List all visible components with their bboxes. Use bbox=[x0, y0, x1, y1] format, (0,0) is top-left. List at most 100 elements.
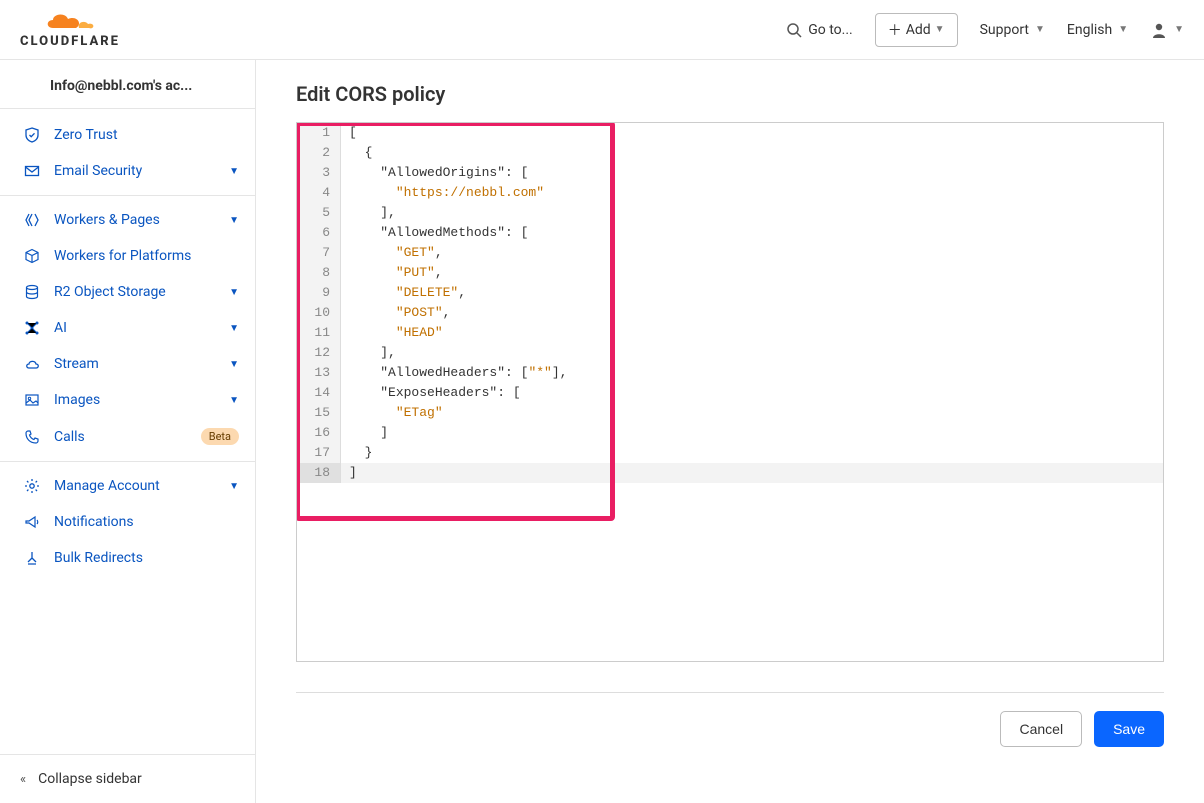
megaphone-icon bbox=[20, 514, 44, 530]
code-text: "DELETE", bbox=[341, 283, 466, 303]
sidebar-item-workers-platforms[interactable]: Workers for Platforms bbox=[0, 238, 255, 274]
sidebar-item-r2[interactable]: R2 Object Storage ▼ bbox=[0, 274, 255, 310]
sidebar-item-label: Bulk Redirects bbox=[54, 550, 239, 566]
code-line[interactable]: 6 "AllowedMethods": [ bbox=[297, 223, 1163, 243]
line-number: 2 bbox=[297, 143, 341, 163]
code-line[interactable]: 5 ], bbox=[297, 203, 1163, 223]
code-text: ], bbox=[341, 203, 396, 223]
chevron-down-icon: ▼ bbox=[229, 359, 239, 370]
account-selector[interactable]: Info@nebbl.com's ac... bbox=[0, 60, 255, 109]
plus-icon: ＋ bbox=[888, 20, 902, 40]
user-icon bbox=[1150, 21, 1168, 39]
code-text: } bbox=[341, 443, 372, 463]
sidebar: Info@nebbl.com's ac... Zero Trust Email … bbox=[0, 60, 256, 803]
code-line[interactable]: 2 { bbox=[297, 143, 1163, 163]
code-line[interactable]: 3 "AllowedOrigins": [ bbox=[297, 163, 1163, 183]
code-text: "ExposeHeaders": [ bbox=[341, 383, 521, 403]
code-line[interactable]: 8 "PUT", bbox=[297, 263, 1163, 283]
sidebar-item-images[interactable]: Images ▼ bbox=[0, 382, 255, 418]
main-content: Edit CORS policy 1[2 {3 "AllowedOrigins"… bbox=[256, 60, 1204, 803]
save-button[interactable]: Save bbox=[1094, 711, 1164, 747]
phone-icon bbox=[20, 429, 44, 445]
code-line[interactable]: 11 "HEAD" bbox=[297, 323, 1163, 343]
cloudflare-logo[interactable]: CLOUDFLARE bbox=[20, 10, 120, 49]
code-text: "POST", bbox=[341, 303, 450, 323]
code-text: "ETag" bbox=[341, 403, 443, 423]
line-number: 13 bbox=[297, 363, 341, 383]
line-number: 15 bbox=[297, 403, 341, 423]
chevron-down-icon: ▼ bbox=[229, 395, 239, 406]
sidebar-item-label: Stream bbox=[54, 356, 229, 372]
beta-badge: Beta bbox=[201, 428, 239, 445]
code-line[interactable]: 17 } bbox=[297, 443, 1163, 463]
language-menu[interactable]: English ▼ bbox=[1067, 22, 1128, 38]
code-text: "GET", bbox=[341, 243, 443, 263]
add-label: Add bbox=[906, 22, 931, 38]
user-menu[interactable]: ▼ bbox=[1150, 21, 1184, 39]
collapse-label: Collapse sidebar bbox=[38, 771, 142, 787]
chevron-down-icon: ▼ bbox=[229, 166, 239, 177]
goto-label: Go to... bbox=[808, 22, 853, 38]
sidebar-item-email-security[interactable]: Email Security ▼ bbox=[0, 153, 255, 189]
sidebar-nav: Zero Trust Email Security ▼ Workers & Pa… bbox=[0, 109, 255, 584]
cloud-icon bbox=[20, 356, 44, 372]
goto-search[interactable]: Go to... bbox=[786, 22, 853, 38]
sidebar-item-workers-pages[interactable]: Workers & Pages ▼ bbox=[0, 202, 255, 238]
line-number: 6 bbox=[297, 223, 341, 243]
line-number: 7 bbox=[297, 243, 341, 263]
sidebar-item-label: Images bbox=[54, 392, 229, 408]
workers-icon bbox=[20, 212, 44, 228]
code-text: "AllowedOrigins": [ bbox=[341, 163, 528, 183]
chevron-down-icon: ▼ bbox=[229, 323, 239, 334]
line-number: 18 bbox=[297, 463, 341, 483]
code-line[interactable]: 9 "DELETE", bbox=[297, 283, 1163, 303]
code-line[interactable]: 15 "ETag" bbox=[297, 403, 1163, 423]
line-number: 3 bbox=[297, 163, 341, 183]
code-line[interactable]: 14 "ExposeHeaders": [ bbox=[297, 383, 1163, 403]
chevron-down-icon: ▼ bbox=[229, 287, 239, 298]
code-line[interactable]: 12 ], bbox=[297, 343, 1163, 363]
code-text: ], bbox=[341, 343, 396, 363]
code-line[interactable]: 18] bbox=[297, 463, 1163, 483]
support-menu[interactable]: Support ▼ bbox=[980, 22, 1045, 38]
code-text: "HEAD" bbox=[341, 323, 443, 343]
code-line[interactable]: 16 ] bbox=[297, 423, 1163, 443]
sidebar-item-label: Notifications bbox=[54, 514, 239, 530]
database-icon bbox=[20, 284, 44, 300]
code-line[interactable]: 1[ bbox=[297, 123, 1163, 143]
sidebar-item-zero-trust[interactable]: Zero Trust bbox=[0, 117, 255, 153]
cancel-button[interactable]: Cancel bbox=[1000, 711, 1082, 747]
support-label: Support bbox=[980, 22, 1029, 38]
sidebar-item-stream[interactable]: Stream ▼ bbox=[0, 346, 255, 382]
sidebar-item-label: Calls bbox=[54, 429, 195, 445]
line-number: 8 bbox=[297, 263, 341, 283]
line-number: 14 bbox=[297, 383, 341, 403]
sidebar-item-manage-account[interactable]: Manage Account ▼ bbox=[0, 468, 255, 504]
code-line[interactable]: 7 "GET", bbox=[297, 243, 1163, 263]
topbar: CLOUDFLARE Go to... ＋ Add ▼ Support ▼ En… bbox=[0, 0, 1204, 60]
code-line[interactable]: 13 "AllowedHeaders": ["*"], bbox=[297, 363, 1163, 383]
sidebar-item-bulk-redirects[interactable]: Bulk Redirects bbox=[0, 540, 255, 576]
line-number: 5 bbox=[297, 203, 341, 223]
sidebar-item-ai[interactable]: AI ▼ bbox=[0, 310, 255, 346]
line-number: 10 bbox=[297, 303, 341, 323]
code-text: "AllowedHeaders": ["*"], bbox=[341, 363, 567, 383]
line-number: 16 bbox=[297, 423, 341, 443]
collapse-sidebar[interactable]: « Collapse sidebar bbox=[0, 754, 255, 803]
code-line[interactable]: 10 "POST", bbox=[297, 303, 1163, 323]
page-title: Edit CORS policy bbox=[296, 82, 1164, 106]
sidebar-item-label: R2 Object Storage bbox=[54, 284, 229, 300]
code-text: { bbox=[341, 143, 372, 163]
code-text: ] bbox=[341, 423, 388, 443]
cloud-icon bbox=[43, 10, 97, 32]
sidebar-item-label: Zero Trust bbox=[54, 127, 239, 143]
cube-icon bbox=[20, 248, 44, 264]
sidebar-item-calls[interactable]: Calls Beta bbox=[0, 418, 255, 455]
code-line[interactable]: 4 "https://nebbl.com" bbox=[297, 183, 1163, 203]
add-button[interactable]: ＋ Add ▼ bbox=[875, 13, 958, 47]
sidebar-item-notifications[interactable]: Notifications bbox=[0, 504, 255, 540]
cors-policy-editor[interactable]: 1[2 {3 "AllowedOrigins": [4 "https://neb… bbox=[296, 122, 1164, 662]
search-icon bbox=[786, 22, 802, 38]
envelope-icon bbox=[20, 163, 44, 179]
ai-network-icon bbox=[20, 320, 44, 336]
